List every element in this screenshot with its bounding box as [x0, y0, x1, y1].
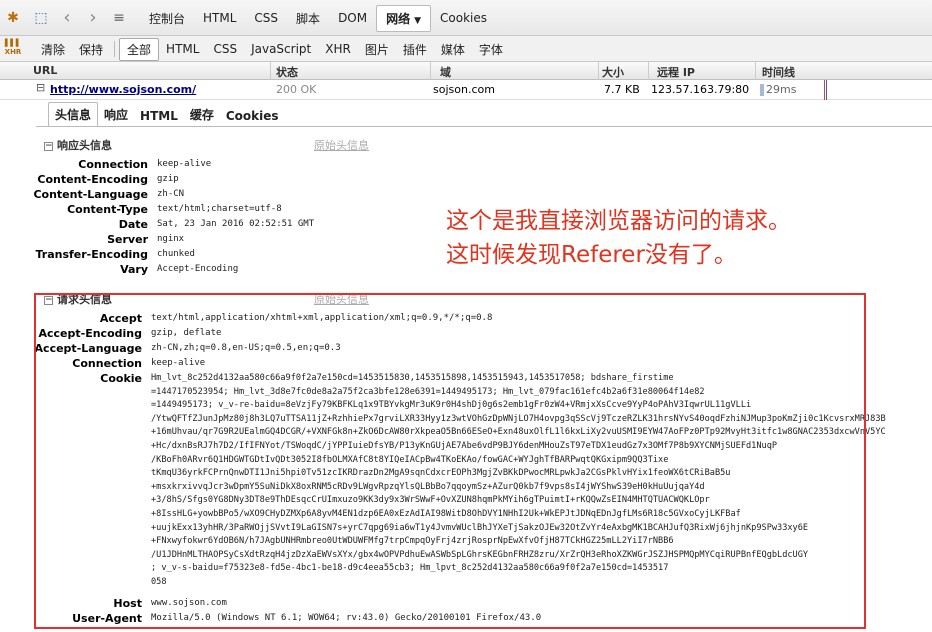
- header-value: Sat, 23 Jan 2016 02:52:51 GMT: [157, 219, 315, 229]
- timeline-bar: [760, 84, 764, 96]
- column-timeline[interactable]: 时间线: [762, 64, 795, 80]
- filter-media[interactable]: 媒体: [434, 39, 472, 60]
- request-url[interactable]: http://www.sojson.com/: [50, 83, 196, 96]
- header-name: Content-Language: [33, 188, 148, 201]
- filter-xhr[interactable]: XHR: [318, 40, 358, 58]
- firebug-icon[interactable]: ✱: [4, 9, 22, 27]
- request-domain: sojson.com: [433, 83, 495, 96]
- tab-detail-html[interactable]: HTML: [134, 106, 184, 126]
- column-remote-ip[interactable]: 远程 IP: [657, 64, 695, 80]
- column-divider: [598, 62, 599, 80]
- header-value: zh-CN: [157, 189, 185, 199]
- header-value: Accept-Encoding: [157, 264, 239, 274]
- annotation-line-2: 这时候发现Referer没有了。: [446, 242, 737, 268]
- annotation-line-1: 这个是我直接浏览器访问的请求。: [446, 208, 791, 234]
- request-size: 7.7 KB: [604, 83, 640, 96]
- column-status[interactable]: 状态: [276, 64, 298, 80]
- header-value: keep-alive: [157, 159, 212, 169]
- back-arrow-icon[interactable]: ‹: [58, 9, 76, 27]
- column-domain[interactable]: 域: [440, 64, 451, 80]
- tab-network[interactable]: 网络 ▼: [376, 4, 432, 32]
- tab-headers[interactable]: 头信息: [48, 102, 99, 126]
- network-filter-toolbar: ▌▌▌ XHR 清除 保持 全部 HTML CSS JavaScript XHR …: [0, 36, 932, 62]
- column-divider: [755, 62, 756, 80]
- tab-detail-cookies[interactable]: Cookies: [220, 106, 285, 126]
- header-name: Server: [107, 233, 148, 246]
- column-divider: [430, 62, 431, 80]
- timeline-marker: [826, 80, 827, 100]
- header-value: text/html;charset=utf-8: [157, 204, 282, 214]
- response-headers-label: 响应头信息: [57, 139, 112, 152]
- tab-script[interactable]: 脚本: [287, 6, 329, 31]
- header-name: Content-Type: [67, 203, 148, 216]
- header-value: chunked: [157, 249, 195, 259]
- inspect-element-icon[interactable]: ⬚: [32, 9, 50, 27]
- header-name: Connection: [78, 158, 148, 171]
- response-headers-title[interactable]: − 响应头信息: [44, 137, 112, 153]
- filter-html[interactable]: HTML: [159, 40, 206, 58]
- toolbar-divider: [114, 41, 116, 57]
- chevron-down-icon: ▼: [414, 15, 422, 26]
- filter-fonts[interactable]: 字体: [472, 39, 510, 60]
- column-divider: [270, 62, 271, 80]
- request-list-header: URL 状态 域 大小 远程 IP 时间线: [0, 62, 932, 80]
- header-value: gzip: [157, 174, 179, 184]
- collapse-toggle-icon[interactable]: ⊟: [36, 81, 45, 94]
- header-row: Content-Language zh-CN: [0, 187, 932, 202]
- tab-network-label: 网络: [386, 11, 411, 26]
- persist-button[interactable]: 保持: [72, 39, 110, 60]
- xhr-icon[interactable]: ▌▌▌ XHR: [4, 39, 22, 57]
- timeline-marker: [824, 80, 825, 100]
- header-row: Content-Encoding gzip: [0, 172, 932, 187]
- column-url[interactable]: URL: [33, 64, 57, 77]
- filter-images[interactable]: 图片: [358, 39, 396, 60]
- tab-cache[interactable]: 缓存: [184, 103, 220, 126]
- header-name: Content-Encoding: [37, 173, 148, 186]
- header-name: Transfer-Encoding: [35, 248, 148, 261]
- request-time: 29ms: [766, 83, 797, 96]
- filter-all[interactable]: 全部: [119, 37, 160, 61]
- header-value: nginx: [157, 234, 185, 244]
- request-row[interactable]: ⊟ http://www.sojson.com/ 200 OK sojson.c…: [0, 80, 932, 100]
- tab-console[interactable]: 控制台: [140, 6, 194, 31]
- request-status: 200 OK: [276, 83, 317, 96]
- panel-tabs: 控制台 HTML CSS 脚本 DOM 网络 ▼ Cookies: [140, 4, 496, 32]
- header-name: Vary: [120, 263, 148, 276]
- request-detail-tabs: 头信息 响应 HTML 缓存 Cookies: [48, 102, 285, 126]
- column-divider: [648, 62, 649, 80]
- header-name: Date: [118, 218, 148, 231]
- command-line-icon[interactable]: ≡: [110, 9, 128, 27]
- tab-html[interactable]: HTML: [194, 7, 245, 29]
- tab-response[interactable]: 响应: [98, 103, 134, 126]
- column-size[interactable]: 大小: [602, 64, 624, 80]
- filter-javascript[interactable]: JavaScript: [244, 40, 318, 58]
- request-remote-ip: 123.57.163.79:80: [651, 83, 750, 96]
- filter-plugins[interactable]: 插件: [396, 39, 434, 60]
- annotation-text: 这个是我直接浏览器访问的请求。 这时候发现Referer没有了。: [446, 204, 791, 272]
- header-row: Connection keep-alive: [0, 157, 932, 172]
- firebug-toolbar: ✱ ⬚ ‹ › ≡ 控制台 HTML CSS 脚本 DOM 网络 ▼ Cookie…: [0, 0, 932, 36]
- highlight-box: [34, 293, 866, 629]
- collapse-icon: −: [44, 140, 53, 151]
- filter-css[interactable]: CSS: [206, 40, 244, 58]
- forward-arrow-icon[interactable]: ›: [84, 9, 102, 27]
- response-view-source-link[interactable]: 原始头信息: [314, 137, 369, 153]
- tab-dom[interactable]: DOM: [329, 7, 376, 29]
- clear-button[interactable]: 清除: [34, 39, 72, 60]
- tab-css[interactable]: CSS: [245, 7, 287, 29]
- tab-cookies[interactable]: Cookies: [431, 7, 496, 29]
